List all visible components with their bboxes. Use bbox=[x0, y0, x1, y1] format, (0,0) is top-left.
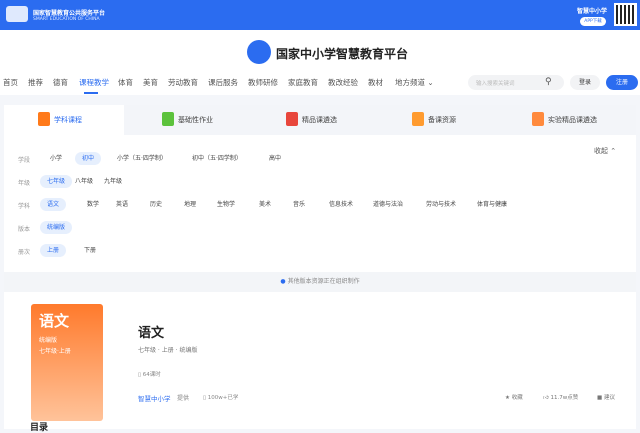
nav-item[interactable]: 首页 bbox=[3, 77, 18, 88]
filter-option[interactable]: 信息技术 bbox=[322, 198, 360, 211]
nav-active-underline bbox=[84, 92, 98, 94]
nav-item[interactable]: 教材 bbox=[368, 77, 383, 88]
filter-label: 册次 bbox=[18, 249, 31, 256]
platform-logo-icon bbox=[6, 6, 28, 22]
nav-item[interactable]: 德育 bbox=[53, 77, 68, 88]
filter-option[interactable]: 英语 bbox=[109, 198, 135, 211]
filter-label: 学科 bbox=[18, 203, 31, 210]
platform-subtitle: SMART EDUCATION OF CHINA bbox=[33, 17, 100, 22]
app-name: 智慧中小学 bbox=[577, 8, 608, 15]
register-button[interactable]: 注册 bbox=[606, 75, 638, 90]
nav-item[interactable]: 体育 bbox=[118, 77, 133, 88]
filter-label: 版本 bbox=[18, 226, 31, 233]
filter-option[interactable]: 音乐 bbox=[286, 198, 312, 211]
filter-option[interactable]: 生物学 bbox=[210, 198, 242, 211]
search-icon[interactable]: ⚲ bbox=[545, 77, 552, 87]
cover-title: 语文 bbox=[39, 312, 70, 330]
filter-option[interactable]: 九年级 bbox=[97, 175, 129, 188]
learner-count-text: 100w+已学 bbox=[207, 395, 239, 401]
tab-1[interactable]: 基础性作业 bbox=[178, 115, 213, 125]
filter-option[interactable]: 八年级 bbox=[68, 175, 100, 188]
qr-code-icon bbox=[614, 3, 637, 26]
nav-item[interactable]: 美育 bbox=[143, 77, 158, 88]
feedback-icon: ■ bbox=[597, 395, 603, 401]
favorite-button[interactable]: ★ 收藏 bbox=[505, 393, 523, 401]
cover-grade: 七年级·上册 bbox=[39, 348, 71, 355]
filter-option[interactable]: 体育与健康 bbox=[470, 198, 514, 211]
thumbs-up-icon: 👍︎ bbox=[543, 395, 549, 401]
tab-2[interactable]: 精品课遴选 bbox=[302, 115, 337, 125]
learner-count: ▯ 100w+已学 bbox=[203, 393, 238, 401]
tab-icon bbox=[38, 112, 50, 126]
filter-option[interactable]: 高中 bbox=[262, 152, 288, 165]
provider-link[interactable]: 智慧中小学 bbox=[138, 393, 171, 403]
site-logo-icon bbox=[247, 40, 271, 64]
filter-option[interactable]: 初中 bbox=[75, 152, 102, 165]
filter-option[interactable]: 语文 bbox=[40, 198, 67, 211]
filter-option[interactable]: 统编版 bbox=[40, 221, 73, 234]
cover-edition: 统编版 bbox=[39, 337, 58, 344]
filter-option[interactable]: 道德与法治 bbox=[366, 198, 410, 211]
filter-option[interactable]: 上册 bbox=[40, 244, 67, 257]
filter-label: 年级 bbox=[18, 180, 31, 187]
filter-option[interactable]: 数学 bbox=[80, 198, 106, 211]
tab-icon bbox=[412, 112, 424, 126]
like-button[interactable]: 👍︎ 11.7w点赞 bbox=[543, 393, 578, 401]
filter-label: 学段 bbox=[18, 157, 31, 164]
filter-option[interactable]: 美术 bbox=[252, 198, 278, 211]
tab-icon bbox=[162, 112, 174, 126]
tab-icon bbox=[286, 112, 298, 126]
nav-item[interactable]: 教师研修 bbox=[248, 77, 278, 88]
course-cover[interactable]: 语文 统编版 七年级·上册 bbox=[31, 304, 103, 421]
tab-4[interactable]: 实验精品课遴选 bbox=[548, 115, 597, 125]
info-icon: ● bbox=[280, 278, 286, 285]
lesson-count-text: 64课时 bbox=[142, 372, 161, 378]
nav-item[interactable]: 课程教学 bbox=[79, 77, 109, 88]
filter-option[interactable]: 小学 bbox=[43, 152, 69, 165]
tab-0[interactable]: 学科课程 bbox=[54, 115, 82, 125]
suggest-button[interactable]: ■ 建议 bbox=[597, 393, 615, 401]
nav-item[interactable]: 地方频道 ⌄ bbox=[395, 77, 434, 88]
app-download-button[interactable]: APP下载 bbox=[580, 17, 606, 26]
document-icon: ▯ bbox=[138, 372, 142, 378]
toc-heading: 目录 bbox=[30, 423, 49, 433]
like-count: 11.7w点赞 bbox=[550, 395, 579, 401]
filter-option[interactable]: 地理 bbox=[177, 198, 203, 211]
top-bar: 国家智慧教育公共服务平台 SMART EDUCATION OF CHINA bbox=[0, 0, 640, 30]
nav-item[interactable]: 劳动教育 bbox=[168, 77, 198, 88]
nav-item[interactable]: 课后服务 bbox=[208, 77, 238, 88]
platform-title: 国家智慧教育公共服务平台 bbox=[33, 10, 106, 17]
collapse-button[interactable]: 收起 ⌃ bbox=[594, 146, 616, 156]
lesson-count: ▯ 64课时 bbox=[138, 370, 161, 378]
filter-option[interactable]: 初中（五·四学制） bbox=[185, 152, 249, 165]
tab-icon bbox=[532, 112, 544, 126]
suggest-label: 建议 bbox=[603, 395, 615, 401]
filter-option[interactable]: 历史 bbox=[143, 198, 169, 211]
star-icon: ★ bbox=[505, 395, 510, 401]
filter-option[interactable]: 劳动与技术 bbox=[419, 198, 463, 211]
favorite-label: 收藏 bbox=[511, 395, 523, 401]
course-subtitle: 七年级 · 上册 · 统编版 bbox=[138, 347, 198, 354]
nav-item[interactable]: 家庭教育 bbox=[288, 77, 318, 88]
login-button[interactable]: 登录 bbox=[570, 75, 600, 90]
nav-item[interactable]: 推荐 bbox=[28, 77, 43, 88]
nav-item[interactable]: 教改经验 bbox=[328, 77, 358, 88]
provided-label: 提供 bbox=[177, 395, 190, 402]
notice-bar: ● 其他版本资源正在组织制作 bbox=[4, 272, 636, 292]
course-title: 语文 bbox=[138, 326, 165, 341]
notice-text: 其他版本资源正在组织制作 bbox=[287, 278, 360, 285]
filter-option[interactable]: 下册 bbox=[77, 244, 103, 257]
tab-3[interactable]: 备课资源 bbox=[428, 115, 456, 125]
filter-option[interactable]: 小学（五·四学制） bbox=[110, 152, 174, 165]
book-icon: ▯ bbox=[203, 395, 207, 401]
site-title: 国家中小学智慧教育平台 bbox=[276, 47, 409, 61]
